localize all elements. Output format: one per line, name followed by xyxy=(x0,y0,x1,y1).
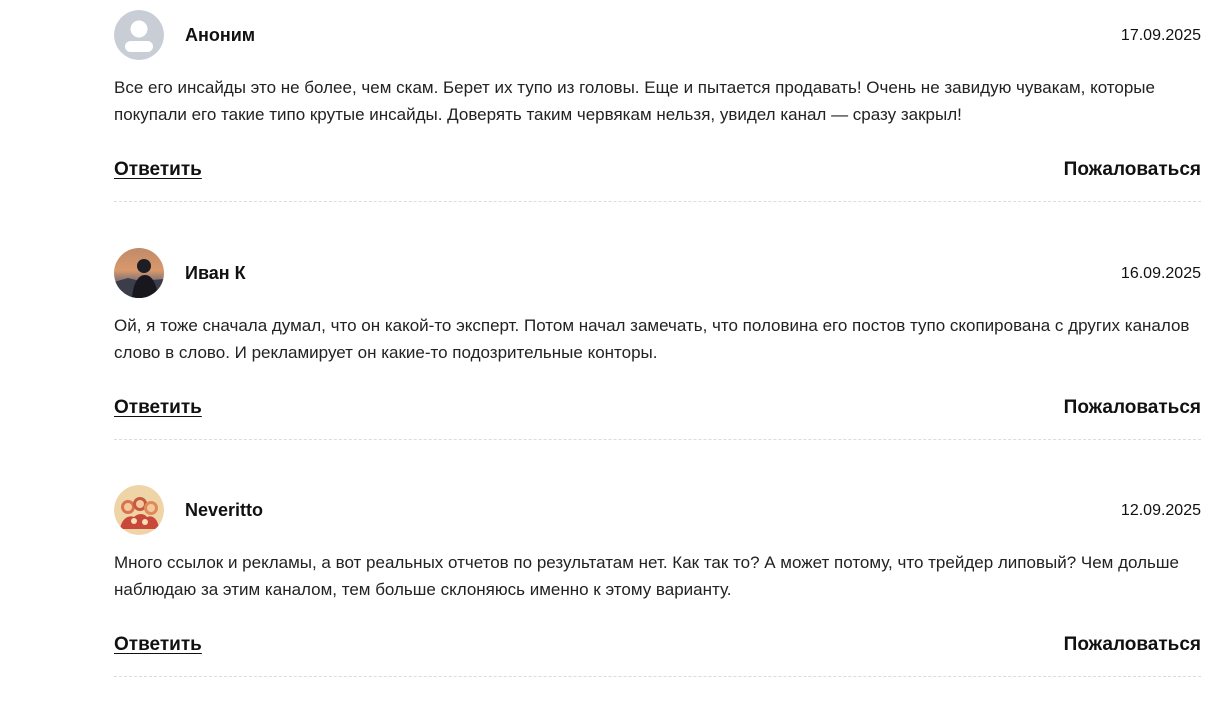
comment-text: Много ссылок и рекламы, а вот реальных о… xyxy=(114,553,1179,599)
report-link[interactable]: Пожаловаться xyxy=(1064,159,1201,181)
comment-item: Аноним 17.09.2025 Все его инсайды это не… xyxy=(114,2,1201,202)
comments-list: Аноним 17.09.2025 Все его инсайды это не… xyxy=(0,0,1228,710)
comment-date: 17.09.2025 xyxy=(1120,27,1201,44)
illustration-avatar-icon xyxy=(114,485,164,535)
default-user-avatar-icon xyxy=(114,10,164,60)
reply-link[interactable]: Ответить xyxy=(114,159,202,181)
comment-item: Neveritto 12.09.2025 Много ссылок и рекл… xyxy=(114,477,1201,677)
comment-text: Ой, я тоже сначала думал, что он какой-т… xyxy=(114,316,1190,362)
comment-text: Все его инсайды это не более, чем скам. … xyxy=(114,78,1155,124)
report-link[interactable]: Пожаловаться xyxy=(1064,634,1201,656)
report-link[interactable]: Пожаловаться xyxy=(1064,397,1201,419)
comment-item: Иван К 16.09.2025 Ой, я тоже сначала дум… xyxy=(114,240,1201,440)
comment-author: Иван К xyxy=(185,263,246,283)
comment-author: Neveritto xyxy=(185,500,264,520)
comment-date: 12.09.2025 xyxy=(1120,502,1201,519)
comment-date: 16.09.2025 xyxy=(1120,265,1201,282)
reply-link[interactable]: Ответить xyxy=(114,397,202,419)
photo-avatar-icon xyxy=(114,248,164,298)
comment-author: Аноним xyxy=(185,25,256,45)
reply-link[interactable]: Ответить xyxy=(114,634,202,656)
